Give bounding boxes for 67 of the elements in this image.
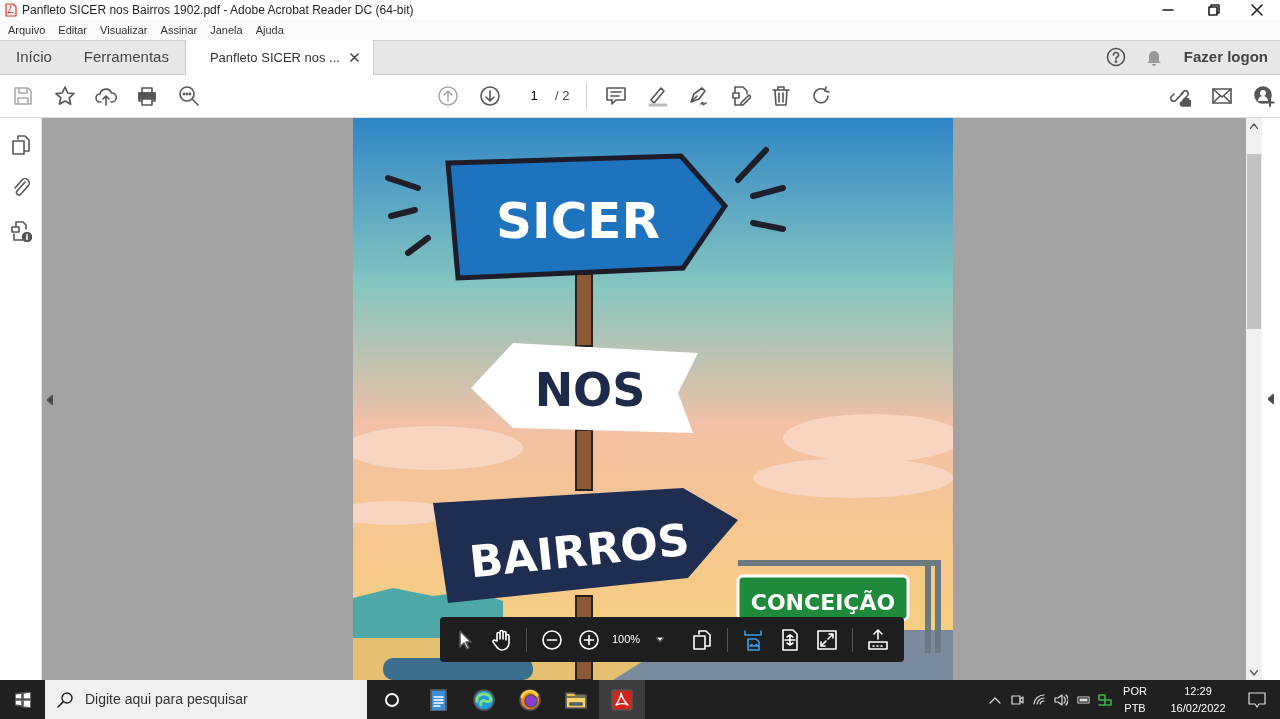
file-edit-icon[interactable] <box>729 85 752 107</box>
close-icon[interactable] <box>1251 4 1263 16</box>
zoom-in-icon[interactable] <box>578 628 600 651</box>
close-icon[interactable] <box>349 53 359 62</box>
arrow-down-circle-icon[interactable] <box>479 85 501 107</box>
browser-swirl-icon[interactable] <box>473 688 495 711</box>
notification-icon[interactable] <box>1248 691 1266 708</box>
document-app-icon[interactable] <box>427 688 449 711</box>
search-box[interactable]: Digite aqui para pesquisar <box>45 680 367 719</box>
trash-icon[interactable] <box>770 85 793 107</box>
pdf-app-icon[interactable] <box>611 688 633 711</box>
upload-tray-icon[interactable] <box>867 628 890 651</box>
restore-icon[interactable] <box>1208 4 1220 16</box>
sign-text: NOS <box>534 363 646 417</box>
caret-icon <box>656 637 665 642</box>
zoom-dropdown[interactable]: 100% <box>612 631 665 648</box>
printer-icon[interactable] <box>136 85 158 107</box>
cloud-upload-icon[interactable] <box>95 85 117 107</box>
rotate-icon[interactable] <box>810 85 833 107</box>
tab[interactable]: Panfleto SICER nos ... <box>184 40 374 75</box>
menu-item[interactable]: Janela <box>210 21 243 39</box>
menu-item[interactable]: Visualizar <box>100 21 148 39</box>
wifi-icon[interactable] <box>1032 692 1046 707</box>
scroll-up-icon[interactable] <box>1250 123 1258 129</box>
hand-icon[interactable] <box>490 628 512 651</box>
help-icon[interactable] <box>1105 47 1126 67</box>
menu-item[interactable]: Editar <box>58 21 88 39</box>
language-indicator[interactable]: POR PTB <box>1120 682 1150 717</box>
search-field[interactable]: Digite aqui para pesquisar <box>83 688 353 711</box>
fit-width-icon[interactable] <box>742 628 765 651</box>
sign-text: BAIRROS <box>466 513 692 588</box>
highlighter-icon[interactable] <box>646 85 669 107</box>
comment-icon[interactable] <box>605 85 628 107</box>
windows-start-icon[interactable] <box>14 691 31 708</box>
clock[interactable]: 12:29 16/02/2022 <box>1164 682 1232 717</box>
login-link[interactable]: Fazer logon <box>1183 45 1268 69</box>
pdf-file-icon <box>5 3 17 17</box>
zoom-out-icon[interactable] <box>541 628 563 651</box>
fox-browser-icon[interactable] <box>519 688 541 711</box>
expand-left-icon[interactable] <box>1268 394 1274 404</box>
search-icon <box>57 691 73 708</box>
scrollbar-thumb[interactable] <box>1247 154 1261 329</box>
pen-signature-icon[interactable] <box>687 85 710 107</box>
pages-icon[interactable] <box>691 628 714 651</box>
cortana-circle-icon[interactable] <box>384 691 400 708</box>
tab[interactable]: Início <box>0 40 68 74</box>
menu-item[interactable]: Assinar <box>160 21 198 39</box>
sign-text: CONCEIÇÃO <box>750 590 896 615</box>
camera-icon[interactable] <box>1010 692 1024 707</box>
menu-item[interactable]: Ajuda <box>255 21 284 39</box>
menu-item[interactable]: Arquivo <box>8 21 46 39</box>
signpost-drawing <box>575 429 593 491</box>
collapse-left-icon[interactable] <box>47 395 53 405</box>
star-icon[interactable] <box>54 85 76 107</box>
tab[interactable]: Ferramentas <box>67 40 185 74</box>
scroll-down-icon[interactable] <box>1250 670 1258 676</box>
document-info-icon[interactable] <box>9 220 32 242</box>
pages-icon[interactable] <box>10 134 31 156</box>
speaker-icon[interactable] <box>1054 692 1068 707</box>
window-title: Panfleto SICER nos Bairros 1902.pdf - Adobe Acrobat Reader DC (64-bit) <box>22 2 414 19</box>
fullscreen-icon[interactable] <box>816 628 839 651</box>
page-total: / 2 <box>555 87 570 106</box>
zoom-search-icon[interactable] <box>178 85 200 107</box>
mail-icon[interactable] <box>1211 85 1233 107</box>
add-user-icon[interactable] <box>1253 85 1275 107</box>
sign-text: SICER <box>496 192 660 250</box>
network-icon[interactable] <box>1098 692 1112 707</box>
